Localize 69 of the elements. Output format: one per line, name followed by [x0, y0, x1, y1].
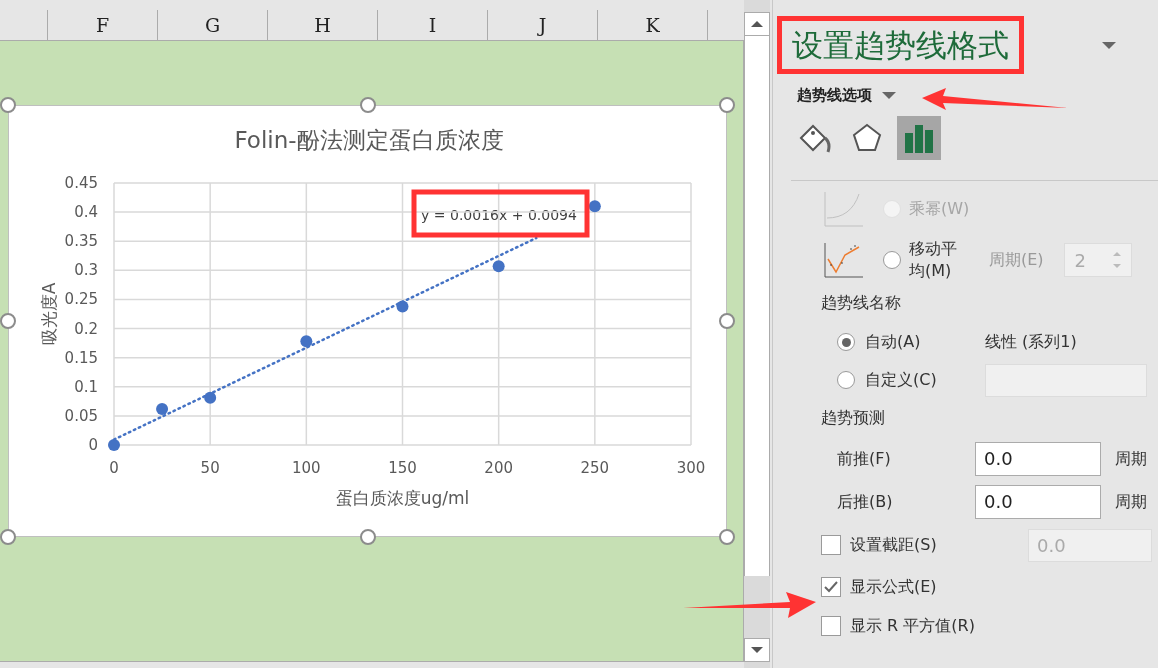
pentagon-icon: [851, 122, 883, 154]
field-label: 前推(F): [837, 447, 892, 470]
y-axis-title: 吸光度A: [39, 282, 59, 346]
radio-button[interactable]: [837, 333, 855, 351]
scroll-up-button[interactable]: [744, 12, 770, 36]
resize-handle[interactable]: [0, 313, 16, 329]
x-tick-label: 0: [109, 459, 119, 477]
y-tick-label: 0.15: [64, 348, 98, 367]
checkbox-label[interactable]: 显示 R 平方值(R): [850, 613, 1028, 638]
vertical-scrollbar[interactable]: [744, 0, 770, 668]
column-header[interactable]: F: [48, 10, 158, 40]
resize-handle[interactable]: [719, 313, 735, 329]
y-tick-label: 0.1: [74, 377, 98, 396]
checkbox[interactable]: [821, 615, 841, 636]
x-tick-label: 200: [484, 459, 513, 477]
pane-title: 设置趋势线格式: [777, 16, 1024, 74]
dropdown-caret-icon[interactable]: [882, 91, 896, 99]
option-label[interactable]: 自定义(C): [865, 368, 975, 392]
number-input-field[interactable]: 0.0: [975, 441, 1101, 476]
x-tick-label: 300: [676, 459, 706, 477]
x-axis-title: 蛋白质浓度ug/ml: [335, 488, 470, 508]
trendline-name-value: 线性 (系列1): [985, 331, 1077, 353]
y-tick-label: 0.45: [64, 174, 98, 192]
column-header[interactable]: I: [378, 10, 488, 40]
spinner-arrows-icon[interactable]: [1112, 250, 1121, 270]
checkbox[interactable]: [821, 576, 841, 597]
x-tick-label: 150: [388, 459, 417, 477]
resize-handle[interactable]: [0, 529, 16, 545]
moving-average-icon: [823, 241, 863, 279]
resize-handle[interactable]: [0, 97, 16, 113]
y-tick-label: 0.25: [64, 290, 98, 309]
y-tick-label: 0.35: [64, 232, 98, 251]
checkbox-label[interactable]: 设置截距(S): [850, 533, 1028, 557]
column-header[interactable]: J: [488, 10, 598, 40]
y-tick-label: 0.05: [64, 406, 98, 425]
option-label[interactable]: 移动平均(M): [909, 238, 969, 282]
y-tick-label: 0.4: [74, 203, 98, 222]
y-tick-label: 0: [88, 436, 98, 454]
resize-handle[interactable]: [719, 529, 735, 545]
bar-chart-icon: [904, 123, 934, 153]
scroll-down-button[interactable]: [744, 638, 770, 662]
period-label: 周期(E): [989, 249, 1044, 271]
number-input-field[interactable]: 0.0: [975, 484, 1101, 519]
trendline-equation: y = 0.0016x + 0.0094: [421, 207, 577, 223]
dropdown-caret-icon[interactable]: [1102, 41, 1116, 49]
x-tick-label: 50: [200, 459, 220, 477]
x-tick-label: 100: [292, 459, 321, 477]
checkbox-label[interactable]: 显示公式(E): [850, 574, 1028, 599]
scroll-thumb[interactable]: [744, 36, 770, 576]
column-header[interactable]: K: [598, 10, 708, 40]
field-label: 后推(B): [837, 490, 894, 513]
checkbox[interactable]: [821, 535, 841, 555]
y-tick-label: 0.2: [74, 319, 98, 338]
section-heading: 趋势线名称: [821, 292, 902, 314]
unit-label: 周期: [1115, 490, 1147, 513]
column-header[interactable]: H: [268, 10, 378, 40]
y-tick-label: 0.3: [74, 261, 98, 280]
section-dropdown[interactable]: 趋势线选项: [797, 83, 872, 107]
resize-handle[interactable]: [359, 97, 376, 113]
column-header[interactable]: G: [158, 10, 268, 40]
x-tick-label: 250: [580, 459, 610, 477]
radio-button[interactable]: [883, 251, 901, 269]
chart-title: Folin-酚法测定蛋白质浓度: [234, 127, 504, 153]
option-label[interactable]: 自动(A): [865, 330, 975, 354]
section-heading: 趋势预测: [821, 407, 886, 429]
power-curve-icon: [823, 190, 863, 228]
resize-handle[interactable]: [719, 97, 735, 113]
radio-button[interactable]: [837, 371, 855, 389]
unit-label: 周期: [1115, 447, 1147, 470]
